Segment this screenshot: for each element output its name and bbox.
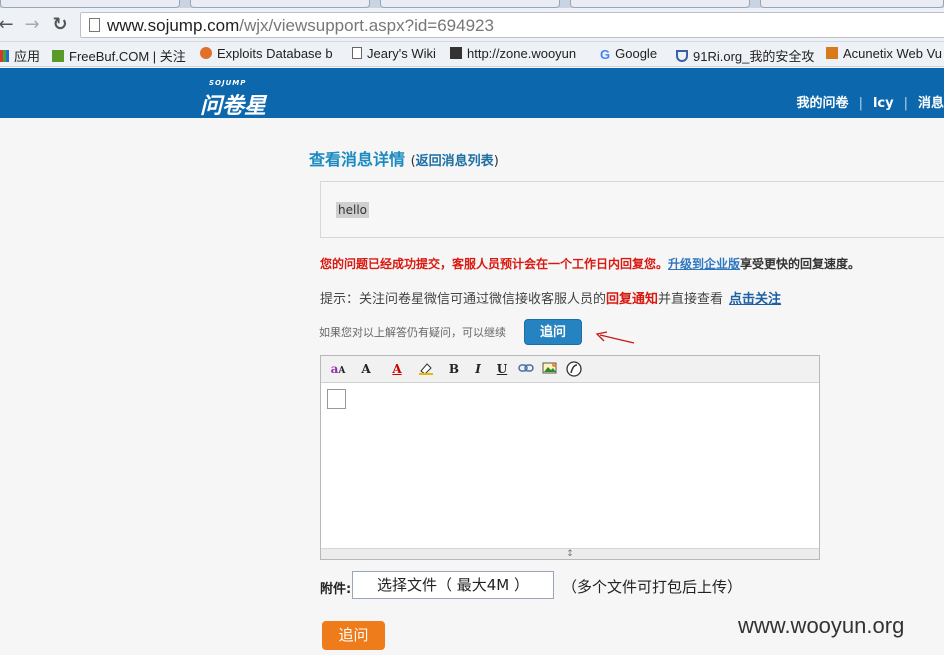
back-to-list-link[interactable]: 返回消息列表 bbox=[416, 154, 494, 169]
font-size-icon[interactable]: A bbox=[357, 361, 375, 378]
page-icon bbox=[352, 47, 362, 59]
google-icon: G bbox=[600, 47, 611, 62]
browser-tab-strip bbox=[0, 0, 944, 8]
forward-arrow-icon[interactable]: → bbox=[22, 15, 42, 35]
url-path: /wjx/viewsupport.aspx?id=694923 bbox=[239, 16, 494, 35]
address-bar[interactable]: www.sojump.com/wjx/viewsupport.aspx?id=6… bbox=[80, 12, 944, 38]
font-style-icon[interactable]: aA bbox=[329, 361, 347, 378]
bookmark-acunetix[interactable]: Acunetix Web Vu bbox=[826, 46, 942, 61]
page-icon bbox=[89, 18, 100, 32]
hint-prefix: 提示：关注问卷星微信可通过微信接收客服人员的 bbox=[320, 292, 607, 307]
font-color-icon[interactable]: A bbox=[388, 361, 406, 378]
submit-followup-button[interactable]: 追问 bbox=[322, 621, 385, 650]
annotation-arrow-icon bbox=[595, 331, 635, 344]
bookmark-label: 应用 bbox=[14, 49, 41, 64]
editor-toolbar: aA A A B I U bbox=[321, 356, 819, 383]
underline-icon[interactable]: U bbox=[493, 361, 511, 378]
upgrade-link[interactable]: 升级到企业版 bbox=[668, 257, 740, 271]
bookmark-jeary-wiki[interactable]: Jeary's Wiki bbox=[352, 46, 436, 61]
choose-file-button[interactable]: 选择文件（ 最大4M ） bbox=[352, 571, 554, 599]
back-arrow-icon[interactable]: ← bbox=[0, 15, 16, 35]
bookmark-apps[interactable]: 应用 bbox=[0, 46, 40, 65]
top-nav: 我的问卷 | lcy | 消息 bbox=[797, 92, 944, 111]
bookmark-wooyun-zone[interactable]: http://zone.wooyun bbox=[450, 46, 576, 61]
wechat-hint: 提示：关注问卷星微信可通过微信接收客服人员的回复通知并直接查看 点击关注 bbox=[320, 288, 781, 307]
nav-separator: | bbox=[858, 96, 863, 111]
hint-suffix: 并直接查看 bbox=[658, 292, 724, 307]
watermark: www.wooyun.org bbox=[738, 613, 905, 638]
browser-tab[interactable] bbox=[190, 0, 370, 8]
hint-highlight: 回复通知 bbox=[606, 292, 659, 307]
insert-image-icon[interactable] bbox=[541, 361, 559, 378]
broken-image-icon bbox=[327, 389, 346, 409]
back-to-list: (返回消息列表) bbox=[411, 154, 499, 169]
followup-prompt: 如果您对以上解答仍有疑问，可以继续 bbox=[319, 326, 506, 339]
nav-messages[interactable]: 消息 bbox=[918, 92, 944, 111]
url-text[interactable]: www.sojump.com/wjx/viewsupport.aspx?id=6… bbox=[107, 16, 494, 36]
bold-icon[interactable]: B bbox=[445, 361, 463, 378]
success-tail: 享受更快的回复速度。 bbox=[740, 257, 861, 271]
nav-separator: | bbox=[903, 96, 908, 111]
browser-tab[interactable] bbox=[0, 0, 180, 8]
site-header: SOJUMP 问卷星 我的问卷 | lcy | 消息 bbox=[0, 68, 944, 119]
bookmark-label: Acunetix Web Vu bbox=[843, 46, 942, 61]
logo-name: 问卷星 bbox=[200, 94, 267, 119]
message-content-box: hello bbox=[320, 181, 944, 238]
paren: ) bbox=[493, 154, 499, 169]
logo-tagline: SOJUMP bbox=[209, 79, 247, 87]
attachment-note: （多个文件可打包后上传） bbox=[562, 578, 743, 596]
wooyun-icon bbox=[450, 47, 462, 59]
attachment-label: 附件: bbox=[320, 582, 352, 597]
browser-tab[interactable] bbox=[760, 0, 944, 8]
success-text: 您的问题已经成功提交，客服人员预计会在一个工作日内回复您。 bbox=[320, 257, 669, 271]
reload-icon[interactable]: ↻ bbox=[50, 15, 70, 35]
follow-link[interactable]: 点击关注 bbox=[729, 292, 781, 307]
nav-username[interactable]: lcy bbox=[873, 96, 894, 111]
bookmark-exploit-db[interactable]: Exploits Database b bbox=[200, 46, 333, 61]
page-title-text: 查看消息详情 bbox=[309, 150, 406, 169]
browser-toolbar: ← → ↻ www.sojump.com/wjx/viewsupport.asp… bbox=[0, 8, 944, 42]
browser-tab[interactable] bbox=[380, 0, 560, 8]
apps-grid-icon bbox=[0, 50, 9, 62]
link-icon[interactable] bbox=[517, 361, 535, 378]
freebuf-icon bbox=[52, 50, 64, 62]
main-content: 查看消息详情 (返回消息列表) hello 您的问题已经成功提交，客服人员预计会… bbox=[0, 118, 944, 655]
url-host: www.sojump.com bbox=[107, 16, 240, 35]
editor-textarea[interactable] bbox=[321, 384, 819, 548]
acunetix-icon bbox=[826, 47, 838, 59]
bookmark-label: FreeBuf.COM | 关注 bbox=[69, 49, 186, 64]
followup-button[interactable]: 追问 bbox=[524, 319, 582, 345]
rich-text-editor: aA A A B I U ↕ bbox=[320, 355, 820, 560]
bookmark-91ri[interactable]: 91Ri.org_我的安全攻 bbox=[676, 46, 814, 65]
browser-tab[interactable] bbox=[570, 0, 750, 8]
bookmarks-bar: 应用 FreeBuf.COM | 关注 Exploits Database b … bbox=[0, 42, 944, 67]
highlight-color-icon[interactable] bbox=[417, 361, 435, 378]
bookmark-label: 91Ri.org_我的安全攻 bbox=[693, 49, 815, 64]
flash-icon[interactable] bbox=[565, 361, 583, 378]
page-title: 查看消息详情 (返回消息列表) bbox=[309, 146, 499, 170]
bookmark-label: Exploits Database b bbox=[217, 46, 333, 61]
submit-success-notice: 您的问题已经成功提交，客服人员预计会在一个工作日内回复您。升级到企业版享受更快的… bbox=[320, 255, 860, 272]
message-text: hello bbox=[336, 202, 369, 218]
italic-icon[interactable]: I bbox=[469, 361, 487, 378]
bookmark-google[interactable]: G Google bbox=[600, 46, 658, 62]
bookmark-freebuf[interactable]: FreeBuf.COM | 关注 bbox=[52, 46, 186, 65]
bookmark-label: Jeary's Wiki bbox=[367, 46, 436, 61]
shield-icon bbox=[676, 50, 688, 62]
bookmark-label: Google bbox=[615, 46, 658, 61]
exploit-db-icon bbox=[200, 47, 212, 59]
bookmark-label: http://zone.wooyun bbox=[467, 46, 577, 61]
editor-resize-handle[interactable]: ↕ bbox=[321, 548, 819, 559]
nav-my-surveys[interactable]: 我的问卷 bbox=[797, 92, 849, 111]
